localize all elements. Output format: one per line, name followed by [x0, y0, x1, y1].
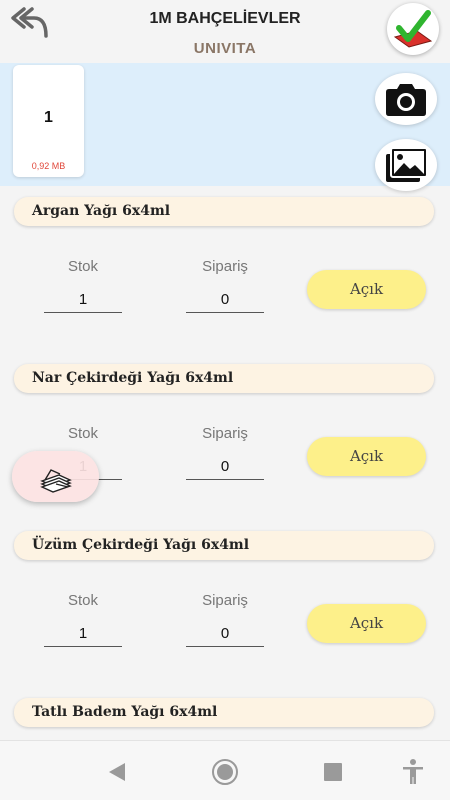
order-input-underline — [186, 646, 264, 647]
stock-label: Stok — [67, 258, 98, 275]
order-label: Sipariş — [202, 258, 248, 275]
nav-accessibility-button[interactable] — [398, 757, 428, 787]
product-name: Nar Çekirdeği Yağı 6x4ml — [32, 370, 234, 386]
system-navigation-bar — [0, 740, 450, 800]
confirm-button[interactable] — [387, 3, 439, 55]
product-name: Tatlı Badem Yağı 6x4ml — [32, 704, 218, 720]
nav-back-button[interactable] — [102, 757, 132, 787]
store-title: 1M BAHÇELİEVLER — [149, 10, 301, 27]
product-header: Argan Yağı 6x4ml — [14, 197, 434, 226]
stock-input[interactable]: 1 — [44, 625, 122, 642]
scan-floating-button[interactable] — [12, 451, 99, 502]
nav-home-button[interactable] — [210, 757, 240, 787]
order-input-underline — [186, 312, 264, 313]
document-stack-icon — [40, 469, 72, 493]
stock-input-underline — [44, 312, 122, 313]
camera-button[interactable] — [375, 73, 437, 125]
status-button[interactable]: Açık — [307, 270, 426, 309]
stock-label: Stok — [67, 592, 98, 609]
order-input[interactable]: 0 — [186, 291, 264, 308]
brand-subtitle: UNIVITA — [193, 40, 257, 57]
photo-number: 1 — [44, 109, 53, 126]
status-button[interactable]: Açık — [307, 604, 426, 643]
photo-thumbnail[interactable]: 1 0,92 MB — [13, 65, 84, 177]
checkmark-icon — [393, 10, 433, 48]
accessibility-icon — [403, 759, 423, 784]
nav-recents-button[interactable] — [318, 757, 348, 787]
order-label: Sipariş — [202, 425, 248, 442]
photo-strip: 1 0,92 MB — [0, 63, 450, 191]
back-triangle-icon — [109, 763, 125, 781]
order-input[interactable]: 0 — [186, 458, 264, 475]
order-input-underline — [186, 479, 264, 480]
gallery-icon — [386, 147, 428, 182]
order-label: Sipariş — [202, 592, 248, 609]
product-name: Argan Yağı 6x4ml — [32, 203, 171, 219]
product-header: Üzüm Çekirdeği Yağı 6x4ml — [14, 531, 434, 560]
status-button[interactable]: Açık — [307, 437, 426, 476]
stock-label: Stok — [67, 425, 98, 442]
camera-icon — [386, 84, 426, 116]
product-header: Tatlı Badem Yağı 6x4ml — [14, 698, 434, 727]
gallery-button[interactable] — [375, 139, 437, 191]
photo-file-size: 0,92 MB — [31, 161, 66, 171]
product-name: Üzüm Çekirdeği Yağı 6x4ml — [32, 537, 250, 553]
order-input[interactable]: 0 — [186, 625, 264, 642]
stock-input-underline — [44, 646, 122, 647]
product-header: Nar Çekirdeği Yağı 6x4ml — [14, 364, 434, 393]
home-circle-icon — [212, 759, 238, 785]
stock-input[interactable]: 1 — [44, 291, 122, 308]
recents-square-icon — [324, 763, 342, 781]
app-header: 1M BAHÇELİEVLER UNIVITA — [0, 0, 450, 63]
